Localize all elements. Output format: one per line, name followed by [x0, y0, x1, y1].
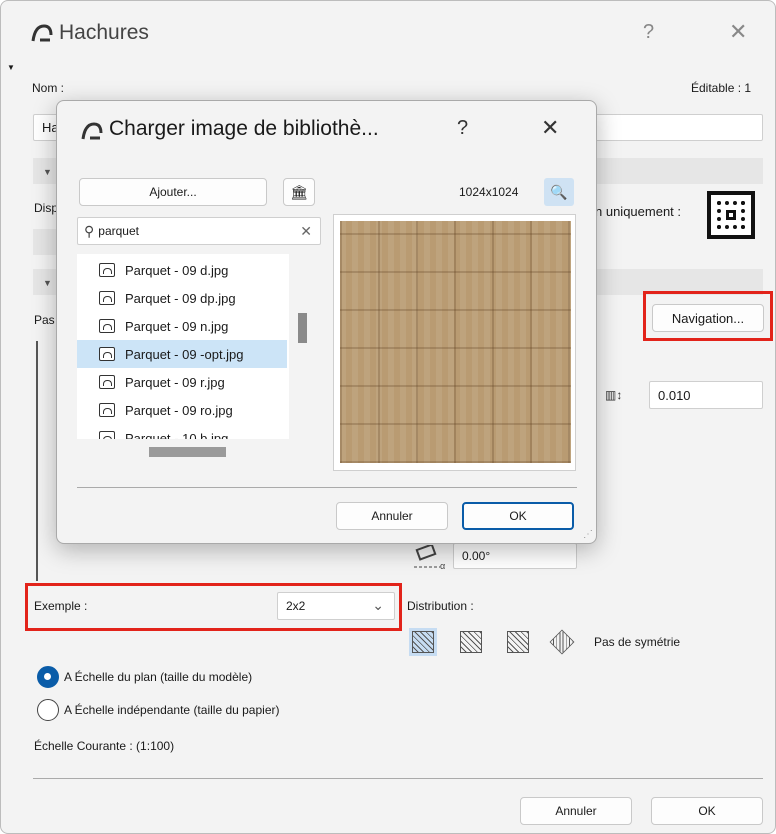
cancel-button[interactable]: Annuler [336, 502, 448, 530]
radio-scale-independent-label: A Échelle indépendante (taille du papier… [64, 703, 280, 717]
archicad-logo-icon [31, 23, 53, 43]
search-icon: ⚲ [84, 222, 95, 239]
chevron-down-icon[interactable]: ▼ [43, 278, 52, 288]
list-item[interactable]: Parquet - 09 r.jpg [77, 368, 287, 396]
resolution-label: 1024x1024 [459, 185, 519, 199]
image-file-icon [99, 403, 115, 417]
image-preview-frame [333, 214, 576, 471]
file-list[interactable]: Parquet - 09 d.jpg Parquet - 09 dp.jpg P… [77, 254, 289, 439]
close-icon[interactable]: ✕ [541, 115, 559, 141]
preview-info-icon[interactable]: 🔍 [544, 178, 574, 206]
pas-label: Pas [34, 313, 55, 327]
spacing-icon: ▥↕ [605, 388, 623, 402]
distribution-option-3-icon[interactable] [507, 631, 529, 653]
radio-scale-plan-label: A Échelle du plan (taille du modèle) [64, 670, 253, 684]
navigation-button[interactable]: Navigation... [652, 304, 764, 332]
symmetry-label: Pas de symétrie [594, 635, 681, 649]
angle-icon: α [410, 543, 450, 571]
display-label: Disp [34, 201, 59, 215]
dialog-title: Charger image de bibliothè... [109, 117, 379, 140]
vertical-scrollbar-thumb[interactable] [298, 313, 307, 343]
distribution-option-1-icon[interactable] [409, 628, 437, 656]
chevron-down-icon[interactable]: ▼ [43, 167, 52, 177]
divider [77, 487, 577, 488]
radio-scale-independent[interactable] [37, 699, 59, 721]
exemple-value: 2x2 [286, 599, 306, 613]
uniquement-label: n uniquement : [595, 204, 682, 219]
search-input[interactable]: ⚲ parquet ✕ [77, 217, 321, 245]
help-button[interactable]: ? [457, 117, 468, 140]
horizontal-scrollbar-thumb[interactable] [149, 447, 226, 457]
spacing-field[interactable]: 0.010 [649, 381, 763, 409]
list-item[interactable]: Parquet - 09 ro.jpg [77, 396, 287, 424]
add-button[interactable]: Ajouter... [79, 178, 267, 206]
search-value: parquet [98, 224, 139, 238]
archicad-logo-icon [81, 121, 103, 141]
editable-label: Éditable : 1 [691, 81, 752, 95]
resize-marker-icon: ▼ [7, 63, 15, 72]
distribution-label: Distribution : [407, 599, 474, 613]
name-label: Nom : [32, 81, 65, 95]
list-item[interactable]: Parquet - 09 n.jpg [77, 312, 287, 340]
image-file-icon [99, 263, 115, 277]
image-file-icon [99, 319, 115, 333]
distribution-option-4-icon[interactable] [549, 629, 575, 655]
list-item[interactable]: Parquet - 09 d.jpg [77, 256, 287, 284]
parquet-preview-image [340, 221, 571, 463]
image-file-icon [99, 431, 115, 439]
svg-text:α: α [440, 561, 445, 571]
dialog-title: Hachures [59, 21, 149, 44]
radio-scale-plan[interactable] [37, 666, 59, 688]
cancel-button[interactable]: Annuler [520, 797, 632, 825]
current-scale-label: Échelle Courante : (1:100) [34, 739, 175, 753]
list-item-selected[interactable]: Parquet - 09 -opt.jpg [77, 340, 287, 368]
clear-search-icon[interactable]: ✕ [300, 223, 312, 240]
load-library-image-dialog: Charger image de bibliothè... ? ✕ Ajoute… [56, 100, 597, 544]
angle-field[interactable]: 0.00° [453, 543, 577, 569]
help-button[interactable]: ? [643, 21, 654, 44]
list-item[interactable]: Parquet - 09 dp.jpg [77, 284, 287, 312]
divider [33, 778, 763, 779]
resize-grip-icon[interactable]: ⋰ [583, 529, 593, 540]
library-icon[interactable]: 🏛 [283, 178, 315, 206]
image-file-icon [99, 347, 115, 361]
ok-button[interactable]: OK [651, 797, 763, 825]
image-file-icon [99, 291, 115, 305]
exemple-label: Exemple : [34, 599, 88, 613]
pattern-preview-icon[interactable] [707, 191, 755, 239]
close-icon[interactable]: ✕ [729, 19, 747, 45]
distribution-option-2-icon[interactable] [460, 631, 482, 653]
exemple-select[interactable]: 2x2 ⌄ [277, 592, 395, 620]
list-item[interactable]: Parquet - 10 b.jpg [77, 424, 287, 439]
image-file-icon [99, 375, 115, 389]
ok-button[interactable]: OK [462, 502, 574, 530]
chevron-down-icon: ⌄ [372, 597, 384, 613]
edit-icon[interactable] [33, 229, 57, 255]
preview-frame [36, 341, 38, 581]
